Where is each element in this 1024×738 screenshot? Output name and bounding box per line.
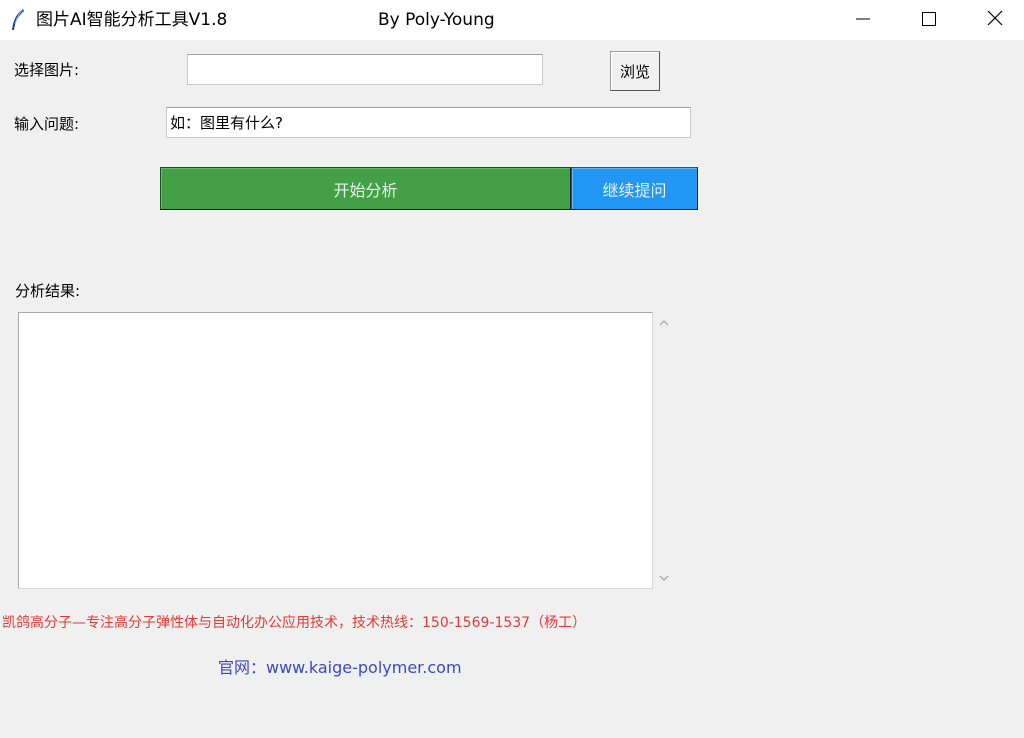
continue-question-button[interactable]: 继续提问: [571, 167, 698, 210]
result-scrollbar[interactable]: [655, 312, 673, 589]
window-author: By Poly-Young: [378, 10, 495, 30]
minimize-button[interactable]: [830, 0, 896, 40]
scroll-up-icon[interactable]: [655, 314, 673, 332]
image-path-input[interactable]: [187, 54, 543, 85]
website-link[interactable]: 官网：www.kaige-polymer.com: [218, 657, 462, 679]
minimize-icon: [856, 11, 870, 30]
question-input[interactable]: [166, 107, 691, 138]
result-textarea[interactable]: [18, 312, 653, 589]
window-titlebar: 图片AI智能分析工具V1.8 By Poly-Young: [0, 0, 1024, 40]
maximize-button[interactable]: [896, 0, 962, 40]
feather-icon: [10, 8, 26, 32]
select-image-label: 选择图片:: [14, 61, 80, 79]
company-info-text: 凯鸽高分子—专注高分子弹性体与自动化办公应用技术，技术热线：150-1569-1…: [2, 615, 587, 631]
result-label: 分析结果:: [15, 282, 81, 300]
close-button[interactable]: [962, 0, 1024, 40]
scroll-down-icon[interactable]: [655, 569, 673, 587]
window-title: 图片AI智能分析工具V1.8: [36, 10, 228, 30]
close-icon: [987, 10, 1003, 30]
browse-button[interactable]: 浏览: [610, 51, 660, 91]
maximize-icon: [922, 11, 936, 30]
start-analysis-button[interactable]: 开始分析: [160, 167, 571, 210]
question-label: 输入问题:: [14, 115, 80, 133]
